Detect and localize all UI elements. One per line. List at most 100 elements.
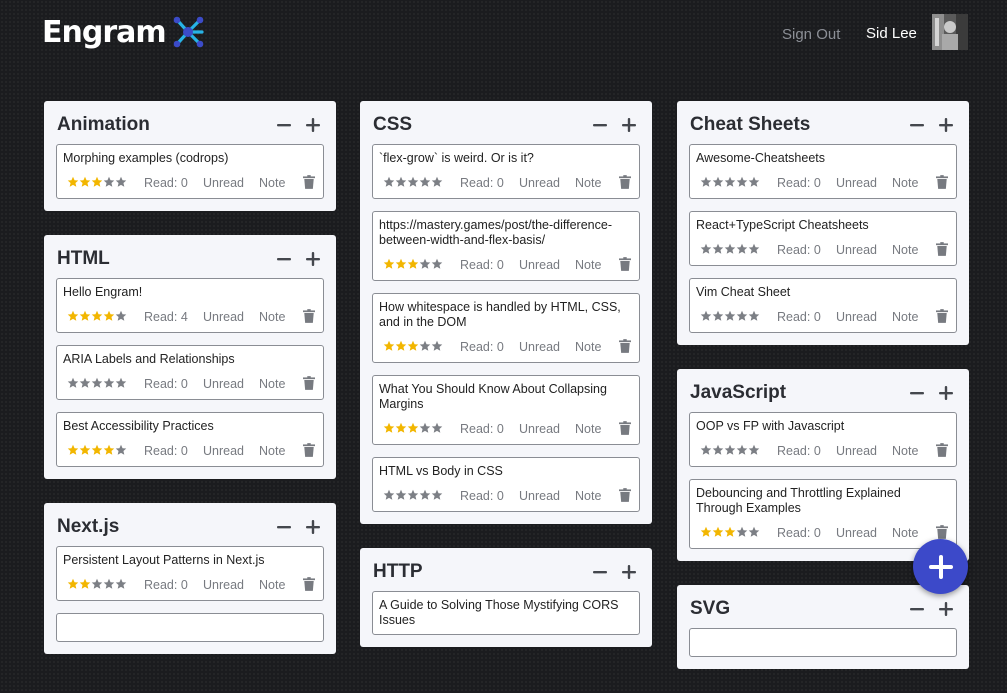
star-icon[interactable] (407, 258, 419, 273)
unread-toggle[interactable]: Unread (836, 243, 892, 257)
item-title[interactable]: OOP vs FP with Javascript (696, 419, 950, 434)
list-item[interactable]: Persistent Layout Patterns in Next.js Rea… (56, 546, 324, 601)
trash-icon[interactable] (936, 309, 950, 325)
item-title[interactable]: Persistent Layout Patterns in Next.js (63, 553, 317, 568)
star-icon[interactable] (748, 526, 760, 541)
item-title[interactable]: A Guide to Solving Those Mystifying CORS… (379, 598, 633, 628)
star-rating[interactable] (67, 310, 127, 325)
star-icon[interactable] (395, 489, 407, 504)
note-button[interactable]: Note (259, 310, 295, 324)
item-title[interactable]: Best Accessibility Practices (63, 419, 317, 434)
list-item[interactable] (689, 628, 957, 657)
add-item-plus-icon[interactable] (302, 248, 324, 270)
list-item[interactable]: ARIA Labels and Relationships Read: 0 Unre… (56, 345, 324, 400)
star-icon[interactable] (724, 526, 736, 541)
star-rating[interactable] (67, 578, 127, 593)
list-item[interactable]: Debouncing and Throttling Explained Thro… (689, 479, 957, 549)
star-icon[interactable] (700, 176, 712, 191)
unread-toggle[interactable]: Unread (519, 340, 575, 354)
note-button[interactable]: Note (575, 340, 611, 354)
trash-icon[interactable] (619, 257, 633, 273)
star-icon[interactable] (736, 310, 748, 325)
add-item-plus-icon[interactable] (302, 114, 324, 136)
list-item[interactable]: HTML vs Body in CSS Read: 0 Unread Note (372, 457, 640, 512)
list-item[interactable]: Hello Engram! Read: 4 Unread Note (56, 278, 324, 333)
list-item[interactable]: React+TypeScript Cheatsheets Read: 0 Unrea… (689, 211, 957, 266)
collection-title[interactable]: CSS (372, 114, 582, 136)
star-icon[interactable] (419, 258, 431, 273)
star-icon[interactable] (395, 340, 407, 355)
note-button[interactable]: Note (892, 176, 928, 190)
unread-toggle[interactable]: Unread (519, 489, 575, 503)
star-icon[interactable] (115, 444, 127, 459)
star-icon[interactable] (736, 243, 748, 258)
unread-toggle[interactable]: Unread (519, 176, 575, 190)
item-title[interactable]: How whitespace is handled by HTML, CSS, … (379, 300, 633, 330)
item-title[interactable]: Awesome-Cheatsheets (696, 151, 950, 166)
star-icon[interactable] (700, 526, 712, 541)
star-rating[interactable] (700, 243, 760, 258)
star-icon[interactable] (383, 489, 395, 504)
item-title[interactable]: Morphing examples (codrops) (63, 151, 317, 166)
unread-toggle[interactable]: Unread (203, 310, 259, 324)
note-button[interactable]: Note (575, 422, 611, 436)
star-icon[interactable] (712, 243, 724, 258)
star-icon[interactable] (419, 176, 431, 191)
star-icon[interactable] (79, 578, 91, 593)
star-icon[interactable] (91, 176, 103, 191)
star-icon[interactable] (103, 444, 115, 459)
unread-toggle[interactable]: Unread (203, 176, 259, 190)
star-rating[interactable] (383, 258, 443, 273)
note-button[interactable]: Note (259, 444, 295, 458)
list-item[interactable]: https://mastery.games/post/the-differenc… (372, 211, 640, 281)
item-title[interactable]: Vim Cheat Sheet (696, 285, 950, 300)
collapse-minus-icon[interactable] (273, 248, 295, 270)
collapse-minus-icon[interactable] (273, 516, 295, 538)
star-icon[interactable] (736, 444, 748, 459)
note-button[interactable]: Note (259, 578, 295, 592)
star-icon[interactable] (736, 176, 748, 191)
star-icon[interactable] (748, 310, 760, 325)
list-item[interactable] (56, 613, 324, 642)
list-item[interactable]: A Guide to Solving Those Mystifying CORS… (372, 591, 640, 635)
add-item-plus-icon[interactable] (935, 114, 957, 136)
star-icon[interactable] (91, 444, 103, 459)
trash-icon[interactable] (619, 175, 633, 191)
collapse-minus-icon[interactable] (906, 382, 928, 404)
star-icon[interactable] (748, 243, 760, 258)
star-icon[interactable] (395, 258, 407, 273)
item-title[interactable]: HTML vs Body in CSS (379, 464, 633, 479)
logo[interactable]: Engram (42, 14, 206, 50)
collection-title[interactable]: Cheat Sheets (689, 114, 899, 136)
star-icon[interactable] (383, 422, 395, 437)
trash-icon[interactable] (303, 577, 317, 593)
star-icon[interactable] (724, 310, 736, 325)
list-item[interactable]: Vim Cheat Sheet Read: 0 Unread Note (689, 278, 957, 333)
star-icon[interactable] (395, 176, 407, 191)
note-button[interactable]: Note (892, 526, 928, 540)
avatar[interactable] (932, 14, 968, 50)
unread-toggle[interactable]: Unread (836, 310, 892, 324)
star-icon[interactable] (115, 578, 127, 593)
list-item[interactable]: What You Should Know About Collapsing Ma… (372, 375, 640, 445)
star-rating[interactable] (383, 340, 443, 355)
unread-toggle[interactable]: Unread (836, 176, 892, 190)
trash-icon[interactable] (303, 376, 317, 392)
star-icon[interactable] (103, 578, 115, 593)
trash-icon[interactable] (303, 309, 317, 325)
star-icon[interactable] (115, 176, 127, 191)
trash-icon[interactable] (936, 443, 950, 459)
star-icon[interactable] (431, 422, 443, 437)
item-title[interactable]: Hello Engram! (63, 285, 317, 300)
star-icon[interactable] (67, 377, 79, 392)
star-icon[interactable] (67, 310, 79, 325)
collection-title[interactable]: SVG (689, 598, 899, 620)
star-icon[interactable] (724, 176, 736, 191)
star-rating[interactable] (700, 310, 760, 325)
list-item[interactable]: Best Accessibility Practices Read: 0 Unrea… (56, 412, 324, 467)
star-icon[interactable] (91, 578, 103, 593)
star-icon[interactable] (712, 444, 724, 459)
item-title[interactable] (63, 620, 317, 635)
add-item-plus-icon[interactable] (935, 598, 957, 620)
item-title[interactable]: `flex-grow` is weird. Or is it? (379, 151, 633, 166)
